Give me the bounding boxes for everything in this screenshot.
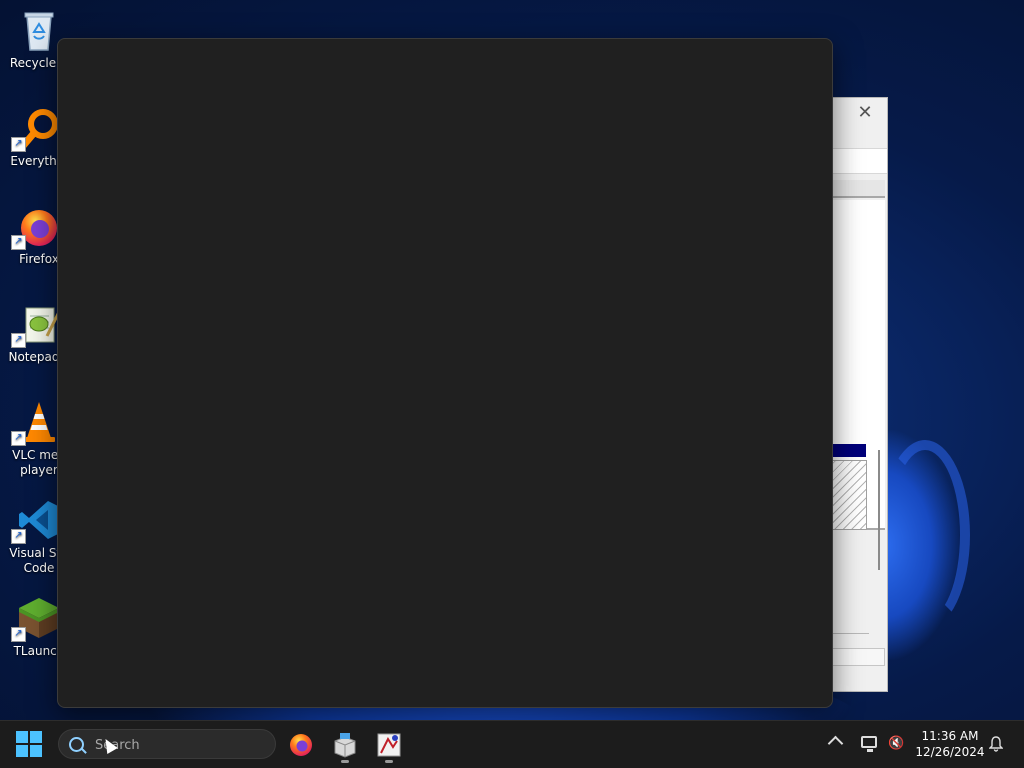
search-icon: [69, 737, 84, 752]
taskbar-app-paint[interactable]: [371, 727, 407, 763]
firefox-icon: ↗: [11, 204, 61, 250]
taskbar: 🔇 11:36 AM 12/26/2024: [0, 720, 1024, 768]
notepad-plus-plus-icon: ↗: [11, 302, 61, 348]
windows-logo-icon: [16, 731, 28, 743]
running-indicator: [341, 760, 349, 763]
taskbar-app-installer[interactable]: [327, 727, 363, 763]
installer-box-icon: [334, 733, 356, 758]
notifications-bell-icon[interactable]: [989, 736, 1003, 752]
dialog-scrollbar[interactable]: [878, 450, 880, 570]
taskbar-clock[interactable]: 11:36 AM 12/26/2024: [912, 728, 988, 760]
shortcut-arrow-icon: ↗: [11, 431, 26, 446]
dark-app-window[interactable]: [57, 38, 833, 708]
start-button[interactable]: [16, 731, 44, 759]
running-indicator: [385, 760, 393, 763]
shortcut-arrow-icon: ↗: [11, 333, 26, 348]
firefox-icon: [290, 734, 312, 756]
minecraft-grass-block-icon: ↗: [11, 596, 61, 642]
network-icon[interactable]: [861, 736, 877, 752]
close-icon[interactable]: ✕: [855, 102, 875, 124]
search-input[interactable]: [93, 734, 267, 756]
shortcut-arrow-icon: ↗: [11, 529, 26, 544]
clock-date: 12/26/2024: [915, 745, 985, 759]
shortcut-arrow-icon: ↗: [11, 137, 26, 152]
show-hidden-icons-chevron-icon[interactable]: [827, 735, 844, 752]
paint-app-icon: [377, 733, 401, 757]
volume-muted-icon[interactable]: 🔇: [888, 736, 904, 752]
magnifier-icon: ↗: [11, 106, 61, 152]
recycle-bin-icon: [17, 8, 61, 52]
wallpaper-bloom-ribbon: [880, 440, 970, 630]
shortcut-arrow-icon: ↗: [11, 235, 26, 250]
shortcut-arrow-icon: ↗: [11, 627, 26, 642]
taskbar-app-firefox[interactable]: [283, 727, 319, 763]
vlc-cone-icon: ↗: [11, 400, 61, 446]
vscode-icon: ↗: [11, 498, 61, 544]
clock-time: 11:36 AM: [921, 729, 979, 743]
taskbar-search-box[interactable]: [58, 729, 276, 759]
